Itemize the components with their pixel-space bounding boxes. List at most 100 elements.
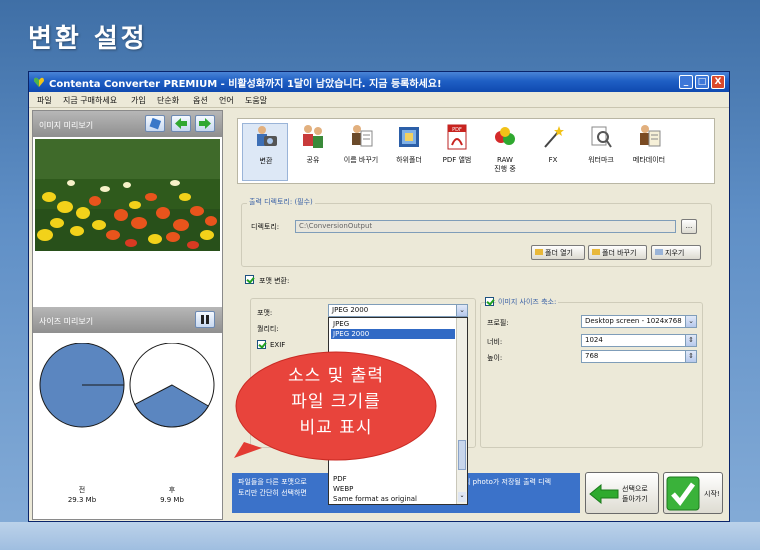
callout-line-2: 파일 크기를 bbox=[291, 392, 381, 412]
width-input[interactable]: 1024 ⇕ bbox=[581, 334, 697, 347]
tool-metadata-label: 메타데이터 bbox=[632, 156, 666, 164]
format-option[interactable]: PDF bbox=[331, 474, 455, 484]
format-convert-label: 포맷 변환: bbox=[259, 277, 290, 285]
menu-language[interactable]: 언어 bbox=[219, 95, 234, 106]
open-folder-label: 폴더 열기 bbox=[545, 249, 573, 257]
height-label: 높이: bbox=[487, 354, 503, 362]
chevron-down-icon[interactable]: ⌄ bbox=[456, 305, 467, 316]
svg-text:PDF: PDF bbox=[452, 127, 462, 133]
format-option[interactable]: Same format as original bbox=[331, 494, 455, 504]
spinner-icon[interactable]: ⇕ bbox=[685, 335, 696, 346]
rotate-button[interactable] bbox=[145, 115, 165, 132]
scroll-down-icon[interactable]: ⌄ bbox=[458, 492, 466, 502]
raw-icon bbox=[495, 127, 515, 145]
back-to-selection-button[interactable]: 선택으로 돌아가기 bbox=[585, 472, 659, 514]
menu-options[interactable]: 옵션 bbox=[193, 95, 208, 106]
tool-fx[interactable]: FX bbox=[530, 123, 576, 181]
tool-pdf-album[interactable]: PDF PDF 앨범 bbox=[434, 123, 480, 181]
browse-button[interactable]: ... bbox=[681, 219, 697, 234]
tool-subfolder[interactable]: 하위폴더 bbox=[386, 123, 432, 181]
open-folder-button[interactable]: 폴더 열기 bbox=[531, 245, 585, 260]
size-preview-label: 사이즈 미리보기 bbox=[39, 317, 94, 326]
checkmark-icon bbox=[666, 476, 700, 511]
format-option[interactable]: JPEG bbox=[331, 319, 455, 329]
tool-fx-label: FX bbox=[548, 156, 558, 164]
folder-change-icon bbox=[592, 249, 600, 255]
function-toolbar: 변환 공유 이름 바꾸기 하위폴더 PDF PDF 앨범 RAW 진행 중 FX… bbox=[237, 118, 715, 184]
tool-rename[interactable]: 이름 바꾸기 bbox=[338, 123, 384, 181]
folder-icon bbox=[399, 127, 419, 147]
fx-wand-icon bbox=[544, 126, 564, 148]
spinner-icon[interactable]: ⇕ bbox=[685, 351, 696, 362]
pause-button[interactable] bbox=[195, 311, 215, 328]
tool-convert-label: 변환 bbox=[259, 157, 273, 165]
menu-register[interactable]: 가입 bbox=[131, 95, 146, 106]
next-image-button[interactable] bbox=[195, 115, 215, 132]
format-select-value: JPEG 2000 bbox=[332, 306, 369, 314]
menu-help[interactable]: 도움말 bbox=[245, 95, 267, 106]
resize-label: 이미지 사이즈 축소: bbox=[496, 297, 559, 307]
format-option-selected[interactable]: JPEG 2000 bbox=[331, 329, 455, 339]
menu-file[interactable]: 파일 bbox=[37, 95, 52, 106]
start-button[interactable]: 시작! bbox=[663, 472, 723, 514]
change-folder-button[interactable]: 폴더 바꾸기 bbox=[588, 245, 647, 260]
hint-line-1-left: 파일들을 다른 포맷으로 bbox=[238, 478, 307, 486]
tool-raw[interactable]: RAW 진행 중 bbox=[482, 123, 528, 181]
directory-input[interactable]: C:\ConversionOutput bbox=[295, 220, 676, 233]
size-preview-header: 사이즈 미리보기 bbox=[33, 307, 222, 333]
clear-button[interactable]: 지우기 bbox=[651, 245, 701, 260]
previous-image-button[interactable] bbox=[171, 115, 191, 132]
image-preview-header: 이미지 미리보기 bbox=[33, 111, 222, 137]
resize-checkbox[interactable] bbox=[485, 297, 494, 306]
metadata-icon bbox=[640, 125, 661, 147]
format-select[interactable]: JPEG 2000 ⌄ bbox=[328, 304, 468, 317]
image-preview bbox=[35, 139, 220, 251]
hint-line-2-left: 토리만 간단히 선택하면 bbox=[238, 489, 307, 497]
close-button[interactable]: X bbox=[711, 75, 725, 89]
arrow-left-icon bbox=[175, 118, 187, 129]
background-strip bbox=[0, 522, 760, 550]
minimize-button[interactable]: _ bbox=[679, 75, 693, 89]
tool-convert[interactable]: 변환 bbox=[242, 123, 288, 181]
width-label: 너비: bbox=[487, 338, 503, 346]
tool-metadata[interactable]: 메타데이터 bbox=[626, 123, 672, 181]
window-title: Contenta Converter PREMIUM - 비활성화까지 1달이 … bbox=[49, 79, 442, 90]
width-value: 1024 bbox=[585, 336, 603, 344]
height-value: 768 bbox=[585, 352, 599, 360]
callout-line-1: 소스 및 출력 bbox=[287, 366, 384, 386]
scroll-thumb[interactable] bbox=[458, 440, 466, 470]
title-bar[interactable]: Contenta Converter PREMIUM - 비활성화까지 1달이 … bbox=[29, 72, 729, 92]
change-folder-label: 폴더 바꾸기 bbox=[602, 249, 637, 257]
format-convert-checkbox[interactable] bbox=[245, 275, 254, 284]
maximize-button[interactable]: □ bbox=[695, 75, 709, 89]
exif-checkbox[interactable] bbox=[257, 340, 266, 349]
quality-label: 퀄리티: bbox=[257, 325, 279, 333]
rename-icon bbox=[352, 125, 373, 147]
clear-label: 지우기 bbox=[665, 249, 685, 257]
tool-watermark[interactable]: 워터마크 bbox=[578, 123, 624, 181]
menu-simplify[interactable]: 단순화 bbox=[157, 95, 179, 106]
exif-label: EXIF bbox=[270, 341, 286, 349]
before-label: 전 bbox=[78, 486, 86, 494]
profile-select-value: Desktop screen - 1024x768 bbox=[585, 317, 682, 325]
arrow-left-icon bbox=[589, 484, 619, 504]
profile-label: 프로필: bbox=[487, 319, 509, 327]
chevron-down-icon[interactable]: ⌄ bbox=[685, 316, 696, 327]
tool-share[interactable]: 공유 bbox=[290, 123, 336, 181]
height-input[interactable]: 768 ⇕ bbox=[581, 350, 697, 363]
pause-icon bbox=[201, 315, 209, 324]
watermark-icon bbox=[591, 126, 612, 148]
tool-rename-label: 이름 바꾸기 bbox=[343, 156, 379, 164]
preview-panel: 이미지 미리보기 사이즈 미리보기 전 29.3 Mb 후 9.9 Mb bbox=[32, 110, 223, 520]
hint-line-1-right: 의 photo가 저장될 출력 디렉 bbox=[464, 478, 552, 486]
output-directory-title: 출력 디렉토리: (필수) bbox=[247, 197, 315, 207]
dropdown-scrollbar[interactable]: ⌄ bbox=[456, 318, 467, 504]
callout-line-3: 비교 표시 bbox=[299, 418, 373, 438]
profile-select[interactable]: Desktop screen - 1024x768 ⌄ bbox=[581, 315, 697, 328]
menu-buy-now[interactable]: 지금 구매하세요 bbox=[63, 95, 117, 106]
eraser-icon bbox=[655, 249, 663, 255]
people-icon bbox=[303, 125, 323, 148]
format-option[interactable]: WEBP bbox=[331, 484, 455, 494]
callout-text: 소스 및 출력 파일 크기를 비교 표시 bbox=[234, 363, 438, 441]
start-label: 시작! bbox=[704, 490, 720, 498]
